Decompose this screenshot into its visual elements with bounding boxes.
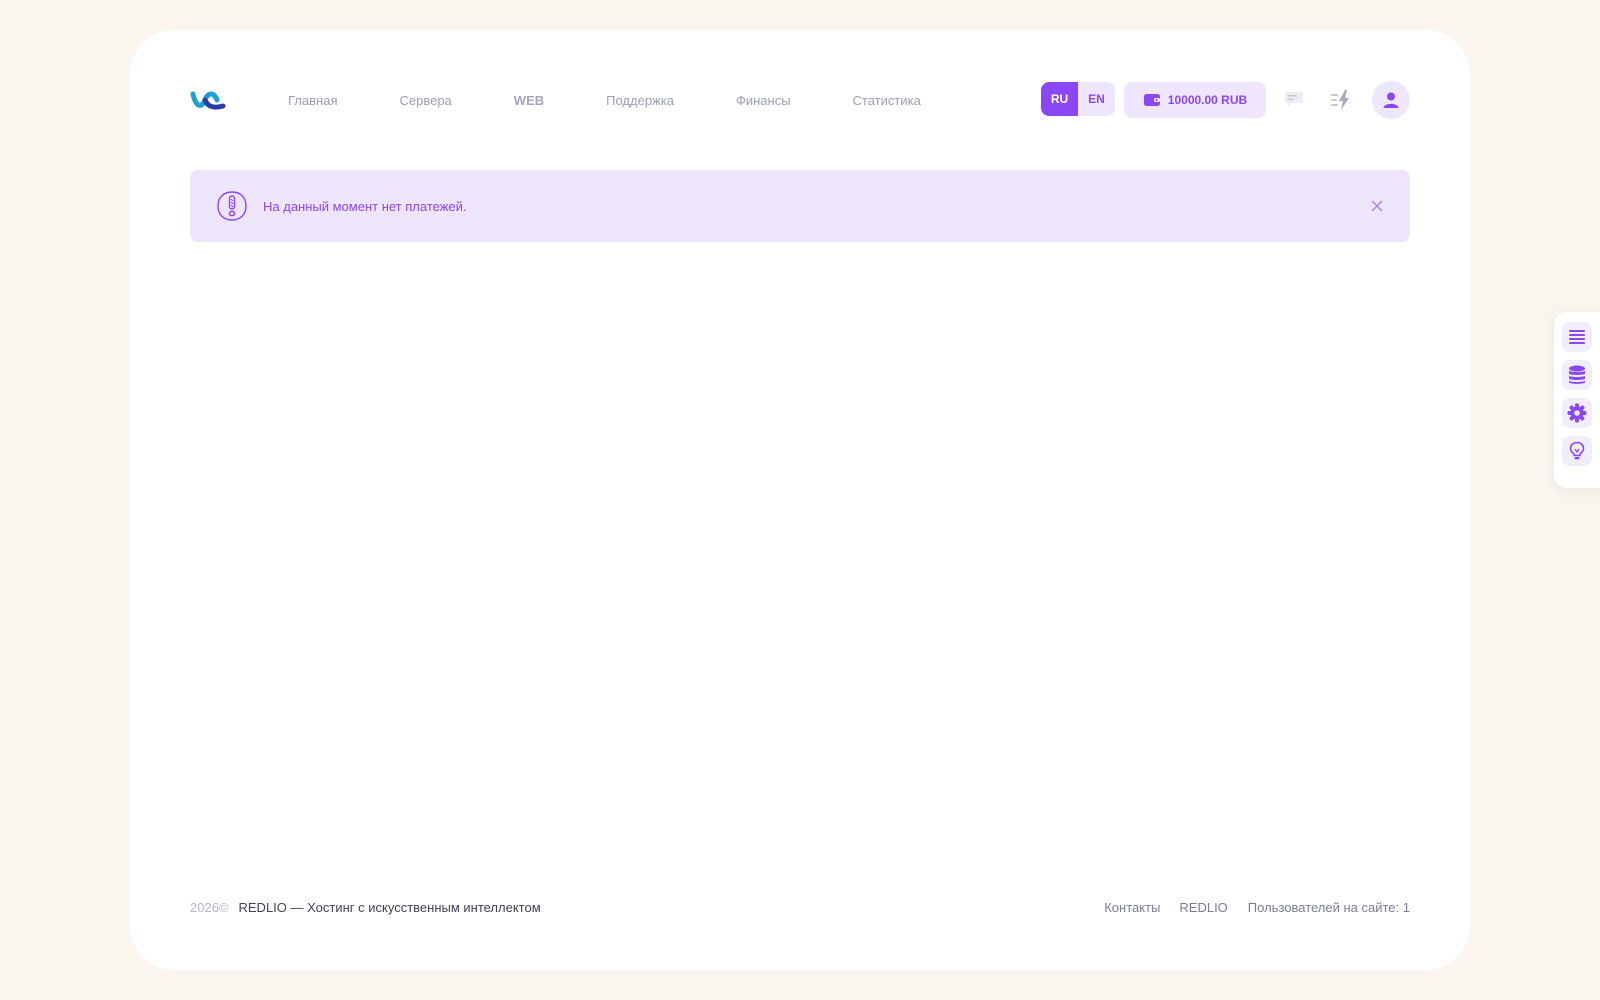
nav-item-home[interactable]: Главная — [288, 93, 337, 108]
lang-en-button[interactable]: EN — [1078, 82, 1115, 116]
chat-button[interactable] — [1280, 86, 1308, 114]
online-users-count: Пользователей на сайте: 1 — [1247, 900, 1410, 915]
balance-amount: 10000.00 RUB — [1167, 93, 1248, 107]
footer-year: 2026© — [190, 900, 229, 915]
nav-item-web[interactable]: WEB — [514, 93, 544, 108]
nav-item-statistics[interactable]: Статистика — [853, 93, 921, 108]
nav-item-support[interactable]: Поддержка — [606, 93, 674, 108]
footer-left: 2026© REDLIO — Хостинг с искусственным и… — [190, 900, 541, 915]
lightbulb-icon — [1569, 441, 1585, 460]
main-nav: Главная Сервера WEB Поддержка Финансы Ст… — [288, 90, 983, 110]
close-icon — [1371, 200, 1383, 212]
side-settings-button[interactable] — [1562, 398, 1592, 428]
footer-link-contacts[interactable]: Контакты — [1104, 900, 1160, 915]
balance-button[interactable]: 10000.00 RUB — [1124, 82, 1266, 118]
list-icon — [1569, 330, 1585, 344]
side-tool-panel — [1554, 312, 1600, 488]
nav-item-servers[interactable]: Сервера — [399, 93, 451, 108]
footer-tagline: REDLIO — Хостинг с искусственным интелле… — [238, 900, 541, 915]
alert-close-button[interactable] — [1368, 197, 1386, 215]
wallet-icon — [1143, 94, 1160, 106]
no-payments-alert: На данный момент нет платежей. — [190, 170, 1410, 242]
gear-icon — [1567, 403, 1587, 423]
database-icon — [1569, 365, 1585, 384]
footer-link-redlio[interactable]: REDLIO — [1179, 900, 1227, 915]
alert-message: На данный момент нет платежей. — [263, 198, 467, 214]
side-list-button[interactable] — [1562, 322, 1592, 352]
chat-icon — [1285, 92, 1303, 107]
side-database-button[interactable] — [1562, 360, 1592, 390]
lang-ru-button[interactable]: RU — [1041, 82, 1078, 116]
exclamation-icon — [217, 191, 247, 221]
lightning-icon — [1331, 90, 1349, 110]
nav-item-finance[interactable]: Финансы — [736, 93, 791, 108]
activity-button[interactable] — [1328, 86, 1356, 114]
user-icon — [1383, 92, 1399, 108]
main-card: Главная Сервера WEB Поддержка Финансы Ст… — [130, 30, 1470, 970]
side-tips-button[interactable] — [1562, 436, 1592, 466]
language-switch: RU EN — [1041, 82, 1115, 116]
footer-right: Контакты REDLIO Пользователей на сайте: … — [1085, 900, 1410, 915]
brand-logo-icon[interactable] — [190, 88, 226, 112]
user-avatar-button[interactable] — [1372, 81, 1410, 119]
